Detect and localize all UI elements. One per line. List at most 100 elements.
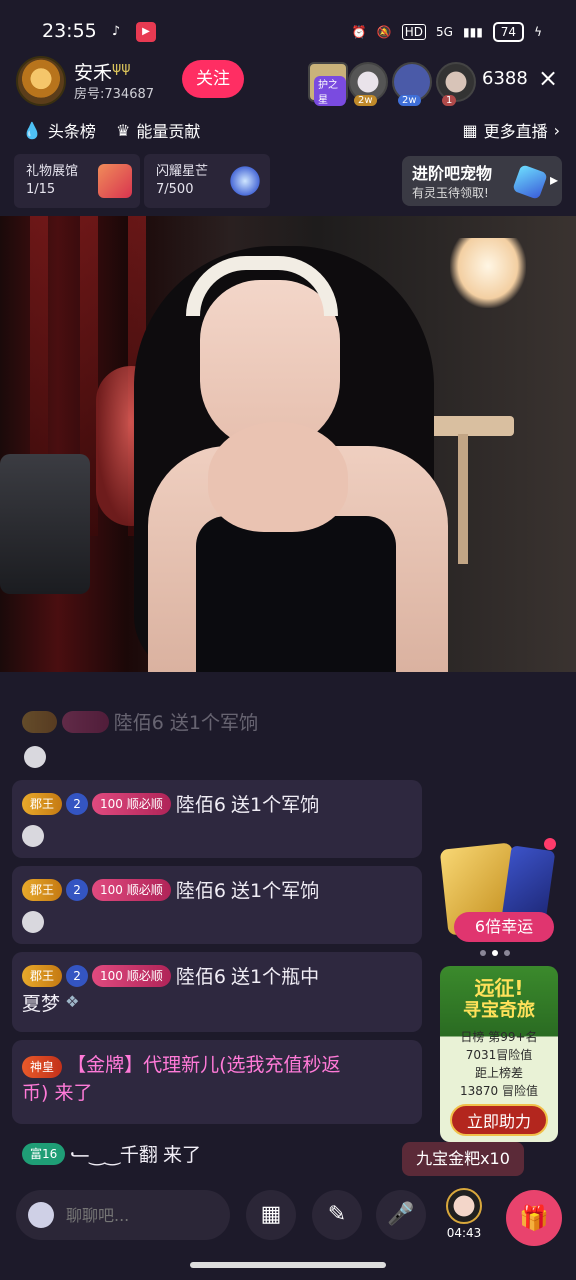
pager-dot-active xyxy=(492,950,498,956)
quest-value: 7031冒险值 xyxy=(465,1048,533,1062)
shine-star[interactable]: 闪耀星芒 7/500 xyxy=(144,154,270,208)
rank-leaf-icon: ψψ xyxy=(112,60,131,76)
viewer-count[interactable]: 6388 xyxy=(482,68,528,89)
crown-icon: ♛ xyxy=(116,120,131,140)
headline-rank-label: 头条榜 xyxy=(47,122,96,141)
gift-item-icon: ❖ xyxy=(65,992,80,1011)
gift-button[interactable]: 🎁 xyxy=(506,1190,562,1246)
battery-icon: 74 xyxy=(492,22,525,42)
apps-grid-button[interactable]: ▦ xyxy=(246,1190,296,1240)
hd-icon: HD xyxy=(401,24,427,40)
chat-text-continued: 夏梦 xyxy=(22,993,61,1015)
chat-user[interactable]: ⹃‿‿千翻 xyxy=(70,1144,158,1166)
timer-avatar-image xyxy=(446,1188,482,1224)
user-dot-icon xyxy=(22,911,44,933)
star-level-badge: 2 xyxy=(66,792,89,815)
level-badge xyxy=(22,711,58,733)
chat-text: 陸佰6 送1个军饷 xyxy=(113,712,258,734)
drop-icon: 💧 xyxy=(22,120,42,140)
status-bar: 23:55 ♪ ▶ ⏰ 🔕 HD 5G ▮▮▮ 74 ϟ xyxy=(0,0,576,52)
streamer-dress xyxy=(196,516,396,672)
user-dot-icon xyxy=(24,746,46,768)
chat-message[interactable]: 神皇 【金牌】代理新儿(选我充值秒返 币) 来了 xyxy=(12,1040,422,1124)
chat-vip-entry[interactable]: 【金牌】代理新儿(选我充值秒返 xyxy=(67,1054,340,1076)
promo-subtitle: 有灵玉待领取! xyxy=(412,186,489,200)
play-arrow-icon: ▸ xyxy=(549,170,558,189)
lucky-label: 6倍幸运 xyxy=(454,912,554,942)
chat-message[interactable]: 郡王 2 100 顺必顺 陸佰6 送1个军饷 xyxy=(12,866,422,944)
gift-icon: 🎁 xyxy=(519,1204,549,1232)
live-video[interactable] xyxy=(0,216,576,672)
quest-subtitle: 寻宝奇旅 xyxy=(463,1000,535,1021)
gift-combo-toast: 九宝金粑x10 xyxy=(402,1142,524,1176)
live-header: 安禾 ψψ 房号:734687 关注 护之星 2w 2w 1 6388 × xyxy=(0,52,576,108)
quest-gap-label: 距上榜差 xyxy=(474,1066,523,1080)
chat-message[interactable]: 郡王 2 100 顺必顺 陸佰6 送1个军饷 xyxy=(12,780,422,858)
star-level-badge: 2 xyxy=(66,878,89,901)
viewer-avatar[interactable]: 护之星 xyxy=(308,62,348,106)
level-badge: 郡王 xyxy=(22,792,63,815)
mic-button[interactable]: 🎤 xyxy=(376,1190,426,1240)
bottom-bar: ▦ ✎ 🎤 04:43 🎁 xyxy=(0,1182,576,1252)
cat-emoji-icon[interactable] xyxy=(28,1202,54,1228)
gift-box-icon xyxy=(98,164,132,198)
chat-text: 送1个军饷 xyxy=(231,880,320,902)
timer-label: 04:43 xyxy=(446,1226,482,1240)
anchor-name[interactable]: 安禾 xyxy=(74,58,112,85)
wealth-badge: 富16 xyxy=(22,1143,66,1165)
gift-gallery-label: 礼物展馆 xyxy=(26,164,79,179)
chevron-right-icon: › xyxy=(553,120,560,140)
viewer-avatar[interactable]: 2w xyxy=(348,62,388,106)
fan-badge: 100 顺必顺 xyxy=(92,792,171,815)
follow-button[interactable]: 关注 xyxy=(182,60,244,98)
fan-badge: 100 顺必顺 xyxy=(92,878,171,901)
energy-contribution-button[interactable]: ♛ 能量贡献 xyxy=(116,118,200,142)
chat-input[interactable] xyxy=(66,1202,216,1228)
pager-dot xyxy=(504,950,510,956)
microphone xyxy=(0,454,90,594)
level-badge: 神皇 xyxy=(22,1056,63,1078)
close-icon[interactable]: × xyxy=(538,64,558,92)
chat-message[interactable]: 富16 ⹃‿‿千翻 来了 xyxy=(12,1130,422,1174)
gift-row: 礼物展馆 1/15 闪耀星芒 7/500 进阶吧宠物 有灵玉待领取! ▸ xyxy=(0,150,576,212)
status-time: 23:55 xyxy=(42,20,97,42)
more-live-button[interactable]: ▦ 更多直播 › xyxy=(462,118,560,142)
help-now-button[interactable]: 立即助力 xyxy=(450,1104,548,1136)
viewer-tag: 护之星 xyxy=(314,76,346,106)
pet-promo-banner[interactable]: 进阶吧宠物 有灵玉待领取! ▸ xyxy=(402,156,562,206)
chat-message: 陸佰6 送1个军饷 xyxy=(12,698,422,745)
mute-icon: 🔕 xyxy=(376,25,392,39)
shine-star-label: 闪耀星芒 xyxy=(156,164,209,179)
treasure-quest-widget[interactable]: 远征! 寻宝奇旅 日榜 第99+名 7031冒险值 距上榜差 13870 冒险值… xyxy=(440,966,558,1142)
alarm-icon: ⏰ xyxy=(351,25,367,39)
chat-text: 送1个瓶中 xyxy=(231,966,320,988)
timer-avatar[interactable]: 04:43 xyxy=(440,1188,488,1242)
chat-user[interactable]: 陸佰6 xyxy=(176,794,226,816)
status-icons: ⏰ 🔕 HD 5G ▮▮▮ 74 ϟ xyxy=(352,22,542,42)
star-level-badge: 2 xyxy=(66,964,89,987)
chat-user[interactable]: 陸佰6 xyxy=(176,880,226,902)
level-badge: 郡王 xyxy=(22,964,63,987)
lucky-gift-widget[interactable]: 6倍幸运 xyxy=(439,838,560,948)
viewer-avatar[interactable]: 2w xyxy=(392,62,432,106)
tiktok-icon: ♪ xyxy=(111,24,121,39)
star-icon xyxy=(228,164,262,198)
more-live-label: 更多直播 xyxy=(483,122,548,141)
headline-rank-button[interactable]: 💧 头条榜 xyxy=(22,118,96,142)
fan-badge: 100 顺必顺 xyxy=(92,964,171,987)
viewer-tag: 2w xyxy=(354,95,377,106)
anchor-avatar[interactable] xyxy=(16,56,66,106)
chat-input-container[interactable] xyxy=(16,1190,230,1240)
chat-vip-entry-continued: 币) 来了 xyxy=(22,1082,93,1104)
rank-row: 💧 头条榜 ♛ 能量贡献 ▦ 更多直播 › xyxy=(0,112,576,148)
home-indicator[interactable] xyxy=(190,1262,386,1268)
chat-user[interactable]: 陸佰6 xyxy=(176,966,226,988)
gift-gallery[interactable]: 礼物展馆 1/15 xyxy=(14,154,140,208)
side-table-leg xyxy=(458,434,468,564)
chat-list[interactable]: 陸佰6 送1个军饷 郡王 2 100 顺必顺 陸佰6 送1个军饷 郡王 2 10… xyxy=(0,680,430,1180)
message-button[interactable]: ✎ xyxy=(312,1190,362,1240)
viewer-avatar[interactable]: 1 xyxy=(436,62,476,106)
chat-message[interactable]: 郡王 2 100 顺必顺 陸佰6 送1个瓶中 夏梦 ❖ xyxy=(12,952,422,1032)
viewer-tag: 2w xyxy=(398,95,421,106)
promo-title: 进阶吧宠物 xyxy=(412,164,493,183)
